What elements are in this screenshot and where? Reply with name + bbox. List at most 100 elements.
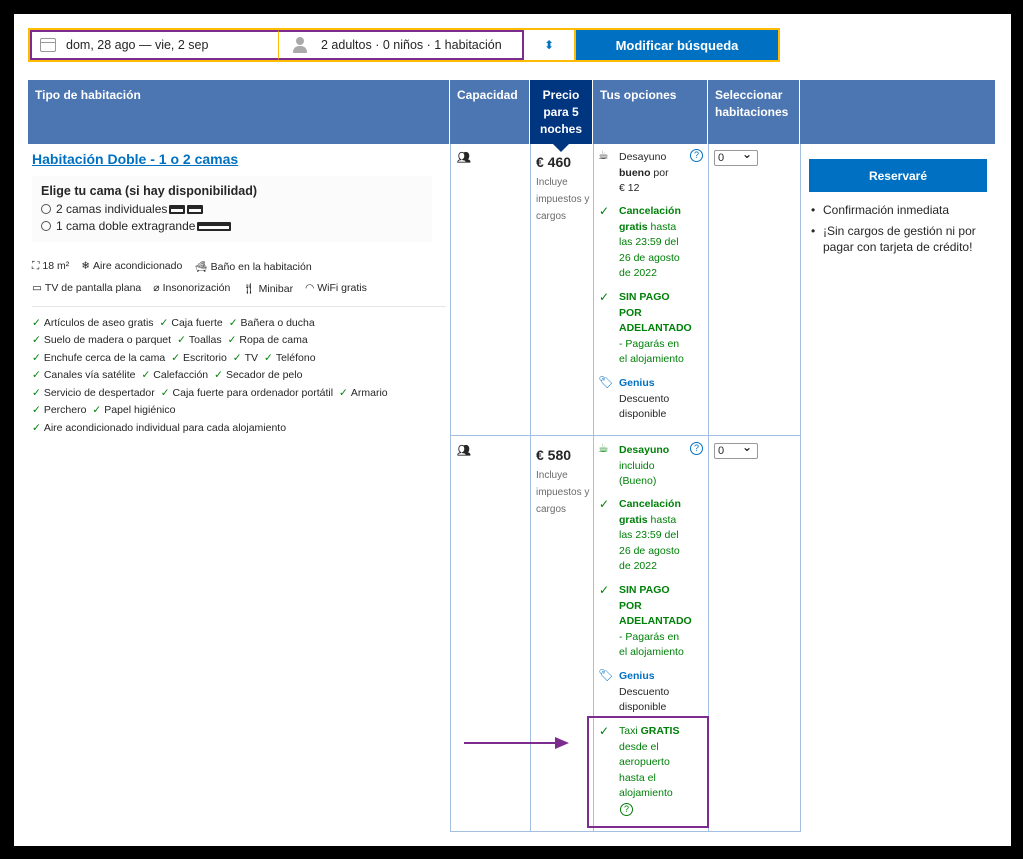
amenities-row: ✓ Servicio de despertador ✓ Caja fuerte par… [32,387,394,399]
offer-2-genius: Genius Descuento disponible [619,670,670,714]
offer-1-room-qty-select[interactable]: 0 [714,147,758,166]
amenities-row: ✓ Artículos de aseo gratis ✓ Caja fuerte ✓ Ba… [32,317,321,329]
facility-size: ⛶ 18 m² [32,260,70,272]
check-icon: ✓ [32,422,41,434]
booking-page: dom, 28 ago — vie, 2 sep 2 adultos · 0 n… [14,14,1011,846]
date-picker[interactable]: dom, 28 ago — vie, 2 sep [30,30,278,60]
grid-line [450,435,801,436]
header-options: Tus opciones [593,80,708,144]
facilities-row: ▭ TV de pantalla plana ⌀ Insonorización 🍴︎… [32,282,367,295]
amenity-item: Secador de pelo [225,369,303,381]
amenity-item: TV [244,352,259,364]
check-icon: ✓ [32,352,41,364]
amenity-item: Toallas [188,334,222,346]
coffee-icon: ☕︎ [598,148,609,162]
date-range: dom, 28 ago — vie, 2 sep [66,38,209,52]
cutlery-icon: 🍴︎ [242,283,256,295]
bed-option-twin[interactable]: 2 camas individuales [41,202,423,216]
radio-button[interactable] [41,204,51,214]
grid-line [800,144,801,832]
room-table-header: Tipo de habitación Capacidad Precio para… [28,80,995,152]
info-icon[interactable]: ? [690,442,703,455]
check-icon: ✓ [228,317,238,329]
amenity-item: Enchufe cerca de la cama [43,352,166,364]
bath-icon: 🛁︎ [194,261,208,273]
tag-icon: 🏷︎ [598,668,614,682]
amenity-item: Teléfono [275,352,316,364]
tag-icon: 🏷︎ [598,375,614,389]
offer-1-breakfast: Desayuno bueno por € 12 [619,151,669,195]
wifi-icon: ◠ [305,282,315,294]
grid-line [450,144,451,832]
offer-1-cancellation: Cancelación gratis hasta las 23:59 del 2… [619,205,681,280]
check-icon: ✓ [32,369,41,381]
facility-bath: 🛁︎ Baño en la habitación [194,261,312,273]
check-icon: ✓ [160,387,170,399]
highlight-box [587,716,709,828]
check-icon: ✓ [92,404,102,416]
size-icon: ⛶ [32,260,40,272]
check-icon: ✓ [599,497,610,511]
soundproof-icon: ⌀ [153,282,160,294]
room-title-link[interactable]: Habitación Doble - 1 o 2 camas [32,151,238,167]
amenities-row: ✓ Perchero ✓ Papel higiénico [32,404,181,416]
check-icon: ✓ [264,352,273,364]
amenity-item: Ropa de cama [239,334,308,346]
radio-button[interactable] [41,221,51,231]
amenity-item: Artículos de aseo gratis [43,317,154,329]
amenities-row: ✓ Aire acondicionado individual para cada… [32,422,292,434]
chevron-updown-icon: ⬍ [543,38,555,52]
benefit-item: Confirmación inmediata [809,202,999,218]
person-icon [293,37,307,53]
guest-summary: 2 adultos · 0 niños · 1 habitación [321,38,502,52]
arrow-head-icon [555,737,569,749]
check-icon: ✓ [141,369,151,381]
check-icon: ✓ [32,317,41,329]
amenity-item: Aire acondicionado individual para cada … [43,422,287,434]
amenity-item: Armario [350,387,388,399]
amenity-item: Perchero [43,404,87,416]
modify-search-button[interactable]: Modificar búsqueda [576,30,778,60]
annotation-arrow [464,742,559,744]
amenity-item: Suelo de madera o parquet [43,334,172,346]
header-reserve [800,80,995,144]
offer-2-room-qty-select[interactable]: 0 [714,440,758,459]
facility-soundproof: ⌀ Insonorización [153,282,231,294]
check-icon: ✓ [159,317,169,329]
amenity-item: Canales vía satélite [43,369,136,381]
search-bar: dom, 28 ago — vie, 2 sep 2 adultos · 0 n… [28,28,780,62]
double-bed-icon [197,221,232,231]
amenity-item: Caja fuerte para ordenador portátil [172,387,334,399]
facilities-row: ⛶ 18 m² ❄ Aire acondicionado 🛁︎ Baño en la … [32,260,312,273]
guest-selector[interactable]: 2 adultos · 0 niños · 1 habitación [278,30,524,60]
offer-1-genius: Genius Descuento disponible [619,377,670,421]
amenities-row: ✓ Enchufe cerca de la cama ✓ Escritorio ✓ TV ✓… [32,352,322,364]
check-icon: ✓ [32,387,41,399]
header-select: Seleccionar habitaciones [708,80,800,144]
offer-2-cancellation: Cancelación gratis hasta las 23:59 del 2… [619,498,681,573]
header-capacity: Capacidad [450,80,530,144]
bed-option-double[interactable]: 1 cama doble extragrande [41,219,423,233]
reserve-button[interactable]: Reservaré [809,159,987,192]
header-room-type: Tipo de habitación [28,80,450,144]
grid-line [450,831,801,832]
offer-2-price-note: Incluye impuestos y cargos [536,470,590,515]
guest-dropdown-toggle[interactable]: ⬍ [524,30,574,60]
info-icon[interactable]: ? [690,149,703,162]
tv-icon: ▭ [32,282,42,294]
check-icon: ✓ [177,334,186,346]
bed-icon [187,204,204,214]
grid-line [530,144,531,832]
benefit-item: ¡Sin cargos de gestión ni por pagar con … [809,223,999,255]
check-icon: ✓ [171,352,181,364]
two-guests-icon: 👥︎ [457,445,471,457]
offer-1-no-prepayment: SIN PAGO POR ADELANTADO - Pagarás en el … [619,291,692,366]
amenities-row: ✓ Canales vía satélite ✓ Calefacción ✓ Secado… [32,369,308,381]
check-icon: ✓ [32,404,41,416]
snowflake-icon: ❄ [81,260,91,272]
offer-1-price: € 460 [536,154,572,170]
check-icon: ✓ [599,583,610,597]
amenity-item: Caja fuerte [171,317,223,329]
amenity-item: Bañera o ducha [240,317,315,329]
check-icon: ✓ [227,334,237,346]
